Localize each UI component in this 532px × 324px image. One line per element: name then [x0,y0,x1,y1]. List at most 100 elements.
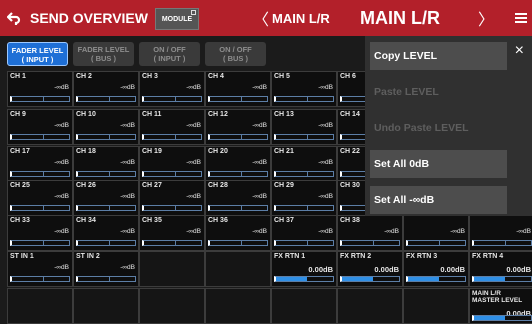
level-value: -∞dB [120,84,135,91]
tab-fader-level-input[interactable]: FADER LEVEL ( INPUT ) [7,42,68,66]
channel-cell-ch2[interactable]: CH 2 -∞dB [73,71,139,107]
channel-label: CH 34 [76,217,96,224]
channel-cell-ch38[interactable]: CH 38 -∞dB [337,215,403,251]
channel-label: CH 10 [76,111,96,118]
level-meter [142,96,202,102]
channel-label: CH 17 [10,148,30,155]
tab-line2: ( BUS ) [223,54,248,63]
level-value: -∞dB [318,122,333,129]
channel-cell-ch11[interactable]: CH 11 -∞dB [139,109,205,145]
channel-label: CH 27 [142,182,162,189]
level-meter [10,240,70,246]
level-value: -∞dB [450,228,465,235]
empty-cell [205,251,271,287]
channel-cell-ch20[interactable]: CH 20 -∞dB [205,146,271,182]
channel-label: CH 6 [340,73,356,80]
level-value: -∞dB [54,264,69,271]
channel-cell-ch1[interactable]: CH 1 -∞dB [7,71,73,107]
tab-on-off-input[interactable]: ON / OFF ( INPUT ) [139,42,200,66]
master-label-line2: MASTER LEVEL [472,297,523,304]
set-all-0db-menu-item[interactable]: Set All 0dB [370,150,507,178]
channel-cell-ch28[interactable]: CH 28 -∞dB [205,180,271,216]
channel-cell-ch12[interactable]: CH 12 -∞dB [205,109,271,145]
channel-label: CH 18 [76,148,96,155]
tab-on-off-bus[interactable]: ON / OFF ( BUS ) [205,42,266,66]
level-meter [274,171,334,177]
channel-cell-ch17[interactable]: CH 17 -∞dB [7,146,73,182]
channel-cell-ch29[interactable]: CH 29 -∞dB [271,180,337,216]
channel-cell-ch18[interactable]: CH 18 -∞dB [73,146,139,182]
channel-label: CH 22 [340,148,360,155]
empty-cell [271,288,337,324]
channel-cell-fx-rtn-3[interactable]: FX RTN 3 0.00dB [403,251,469,287]
empty-cell [403,288,469,324]
level-options-popup: Copy LEVEL Paste LEVEL Undo Paste LEVEL … [365,36,532,216]
level-value: -∞dB [54,122,69,129]
level-value: -∞dB [252,193,267,200]
close-icon[interactable]: × [515,42,524,60]
copy-level-menu-item[interactable]: Copy LEVEL [370,42,507,70]
channel-cell-st-in-1[interactable]: ST IN 1 -∞dB [7,251,73,287]
channel-cell-ch36[interactable]: CH 36 -∞dB [205,215,271,251]
channel-label: CH 14 [340,111,360,118]
level-value: -∞dB [186,193,201,200]
channel-cell-ch13[interactable]: CH 13 -∞dB [271,109,337,145]
level-meter [208,171,268,177]
channel-cell-ch37[interactable]: CH 37 -∞dB [271,215,337,251]
set-all-minus-inf-menu-item[interactable]: Set All -∞dB [370,186,507,214]
channel-cell-ch34[interactable]: CH 34 -∞dB [73,215,139,251]
master-label: MAIN L/R MASTER LEVEL [472,290,522,304]
channel-cell-fx-rtn-4[interactable]: FX RTN 4 0.00dB [469,251,532,287]
channel-label: CH 2 [76,73,92,80]
module-button[interactable]: MODULE [155,8,199,30]
prev-bus-button[interactable]: 〈 [253,0,269,36]
channel-cell-ch21[interactable]: CH 21 -∞dB [271,146,337,182]
channel-cell-ch10[interactable]: CH 10 -∞dB [73,109,139,145]
channel-cell-ch5[interactable]: CH 5 -∞dB [271,71,337,107]
channel-cell-ch9[interactable]: CH 9 -∞dB [7,109,73,145]
master-level-cell[interactable]: MAIN L/R MASTER LEVEL 0.00dB [469,288,532,324]
level-value: -∞dB [318,228,333,235]
level-value: -∞dB [252,122,267,129]
level-value: 0.00dB [440,265,465,274]
channel-cell-ch33[interactable]: CH 33 -∞dB [7,215,73,251]
channel-cell-fx-rtn-2[interactable]: FX RTN 2 0.00dB [337,251,403,287]
channel-cell-ch26[interactable]: CH 26 -∞dB [73,180,139,216]
next-bus-button[interactable]: 〉 [478,0,494,36]
channel-cell-fx-rtn-1[interactable]: FX RTN 1 0.00dB [271,251,337,287]
channel-cell-ch27[interactable]: CH 27 -∞dB [139,180,205,216]
channel-cell-ch35[interactable]: CH 35 -∞dB [139,215,205,251]
channel-cell-ch25[interactable]: CH 25 -∞dB [7,180,73,216]
level-meter [208,205,268,211]
empty-cell [139,288,205,324]
level-meter [10,171,70,177]
channel-cell-ch3[interactable]: CH 3 -∞dB [139,71,205,107]
level-meter [274,276,334,282]
back-arrow-icon[interactable] [0,0,28,36]
level-value: 0.00dB [374,265,399,274]
channel-label: CH 11 [142,111,162,118]
level-meter [208,96,268,102]
channel-label: ST IN 1 [10,253,34,260]
expand-icon [191,10,196,15]
channel-cell-st-in-2[interactable]: ST IN 2 -∞dB [73,251,139,287]
channel-cell-ch40[interactable]: -∞dB [469,215,532,251]
level-meter [142,171,202,177]
channel-label: CH 21 [274,148,294,155]
level-value: -∞dB [54,228,69,235]
channel-label: CH 37 [274,217,294,224]
channel-cell-ch19[interactable]: CH 19 -∞dB [139,146,205,182]
level-meter [472,276,532,282]
tab-fader-level-bus[interactable]: FADER LEVEL ( BUS ) [73,42,134,66]
hamburger-menu-icon[interactable] [510,0,532,36]
level-value: -∞dB [186,122,201,129]
channel-cell-ch39[interactable]: -∞dB [403,215,469,251]
channel-cell-ch4[interactable]: CH 4 -∞dB [205,71,271,107]
channel-label: CH 4 [208,73,224,80]
level-meter [76,134,136,140]
channel-label: CH 28 [208,182,228,189]
empty-cell [205,288,271,324]
level-meter [208,134,268,140]
master-level-meter [472,315,532,321]
channel-label: CH 1 [10,73,26,80]
